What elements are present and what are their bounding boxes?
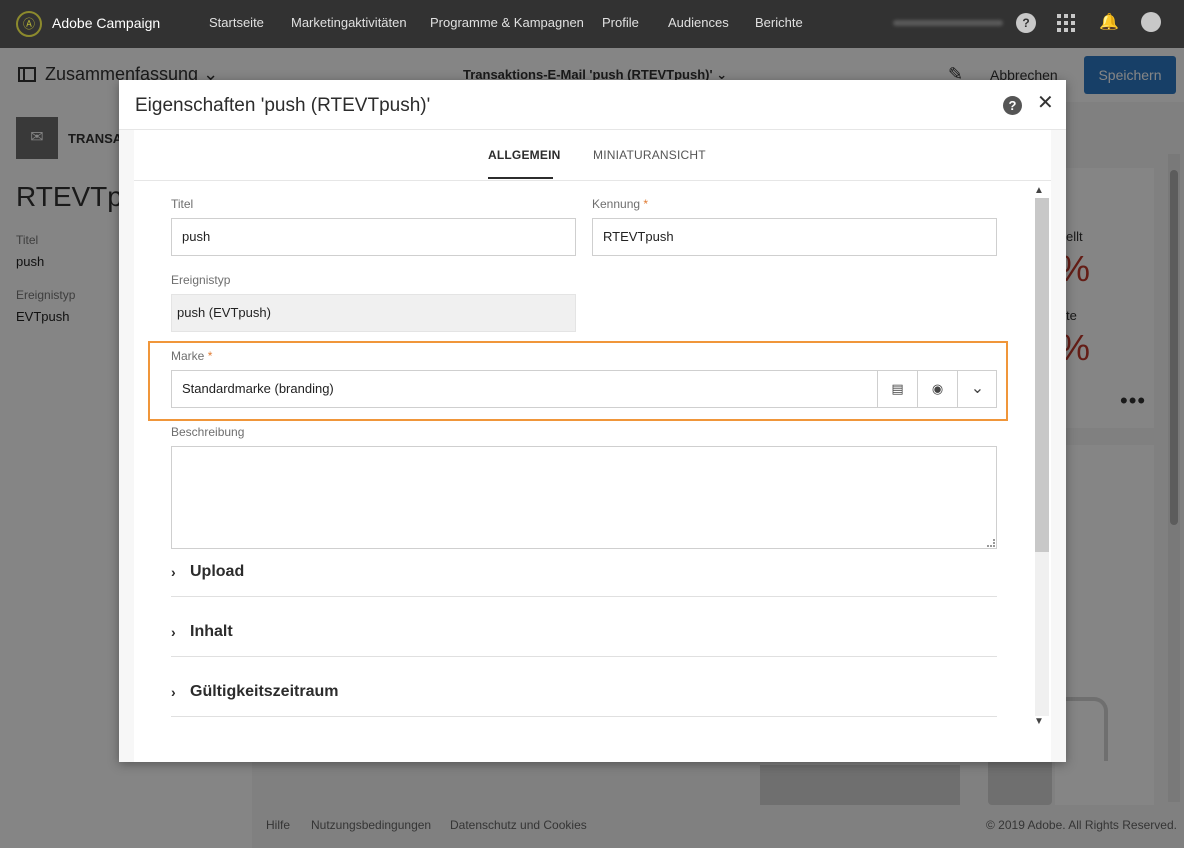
properties-dialog: Eigenschaften 'push (RTEVTpush)' ? ✕ ALL… bbox=[119, 80, 1066, 762]
tab-thumbnail[interactable]: MINIATURANSICHT bbox=[593, 148, 706, 162]
scroll-down-icon[interactable]: ▼ bbox=[1034, 716, 1044, 727]
description-textarea[interactable] bbox=[171, 446, 997, 549]
brand-preview-eye-icon[interactable]: ◉ bbox=[917, 371, 957, 407]
chevron-right-icon[interactable]: › bbox=[171, 564, 176, 580]
scrollbar-thumb[interactable] bbox=[1035, 198, 1049, 552]
brand-folder-icon[interactable]: ▤ bbox=[877, 371, 917, 407]
nav-link-audiences[interactable]: Audiences bbox=[668, 15, 729, 30]
chevron-right-icon[interactable]: › bbox=[171, 624, 176, 640]
brand-label: Marke * bbox=[171, 349, 213, 363]
required-marker: * bbox=[207, 349, 213, 363]
section-title[interactable]: Gültigkeitszeitraum bbox=[190, 683, 338, 701]
nav-link-reports[interactable]: Berichte bbox=[755, 15, 803, 30]
user-avatar-icon[interactable] bbox=[1141, 12, 1161, 32]
top-nav: Ⓐ Adobe Campaign Startseite Marketingakt… bbox=[0, 0, 1184, 48]
tab-general[interactable]: ALLGEMEIN bbox=[488, 148, 560, 162]
dialog-content: ALLGEMEIN MINIATURANSICHT Titel push Ken… bbox=[134, 130, 1051, 762]
section-upload[interactable]: › Upload bbox=[171, 556, 997, 597]
dialog-scrollbar[interactable]: ▲ ▼ bbox=[1033, 184, 1049, 759]
app-brand[interactable]: Adobe Campaign bbox=[52, 15, 160, 31]
event-type-label: Ereignistyp bbox=[171, 273, 231, 287]
section-validity-period[interactable]: › Gültigkeitszeitraum bbox=[171, 676, 997, 717]
brand-select[interactable]: Standardmarke (branding) ▤ ◉ ⌄ bbox=[171, 370, 997, 408]
close-icon[interactable]: ✕ bbox=[1037, 92, 1054, 114]
resize-grip-icon[interactable] bbox=[987, 539, 995, 547]
apps-grid-icon[interactable] bbox=[1057, 13, 1075, 32]
id-input[interactable]: RTEVTpush bbox=[592, 218, 997, 256]
description-label: Beschreibung bbox=[171, 425, 245, 439]
dialog-body: ALLGEMEIN MINIATURANSICHT Titel push Ken… bbox=[119, 130, 1066, 762]
help-icon[interactable]: ? bbox=[1016, 13, 1036, 33]
scroll-up-icon[interactable]: ▲ bbox=[1034, 185, 1044, 196]
title-input[interactable]: push bbox=[171, 218, 576, 256]
nav-link-marketing-activities[interactable]: Marketingaktivitäten bbox=[291, 15, 407, 30]
section-title[interactable]: Upload bbox=[190, 563, 244, 581]
brand-value[interactable]: Standardmarke (branding) bbox=[182, 371, 334, 407]
adobe-campaign-logo-icon[interactable]: Ⓐ bbox=[16, 11, 42, 37]
id-label: Kennung * bbox=[592, 197, 649, 211]
event-type-value: push (EVTpush) bbox=[171, 294, 576, 332]
required-marker: * bbox=[643, 197, 649, 211]
chevron-right-icon[interactable]: › bbox=[171, 684, 176, 700]
nav-link-programs-campaigns[interactable]: Programme & Kampagnen bbox=[430, 15, 584, 30]
dialog-help-icon[interactable]: ? bbox=[1003, 96, 1022, 115]
tabs-divider bbox=[134, 180, 1051, 181]
title-label: Titel bbox=[171, 197, 194, 211]
active-tab-indicator bbox=[488, 177, 553, 179]
section-content[interactable]: › Inhalt bbox=[171, 616, 997, 657]
nav-link-home[interactable]: Startseite bbox=[209, 15, 264, 30]
notifications-bell-icon[interactable]: 🔔 bbox=[1099, 13, 1119, 33]
section-title[interactable]: Inhalt bbox=[190, 623, 233, 641]
nav-link-profiles[interactable]: Profile bbox=[602, 15, 639, 30]
brand-dropdown-chevron-icon[interactable]: ⌄ bbox=[957, 371, 997, 407]
dialog-title: Eigenschaften 'push (RTEVTpush)' bbox=[135, 95, 431, 116]
user-name-blurred[interactable] bbox=[893, 20, 1003, 26]
